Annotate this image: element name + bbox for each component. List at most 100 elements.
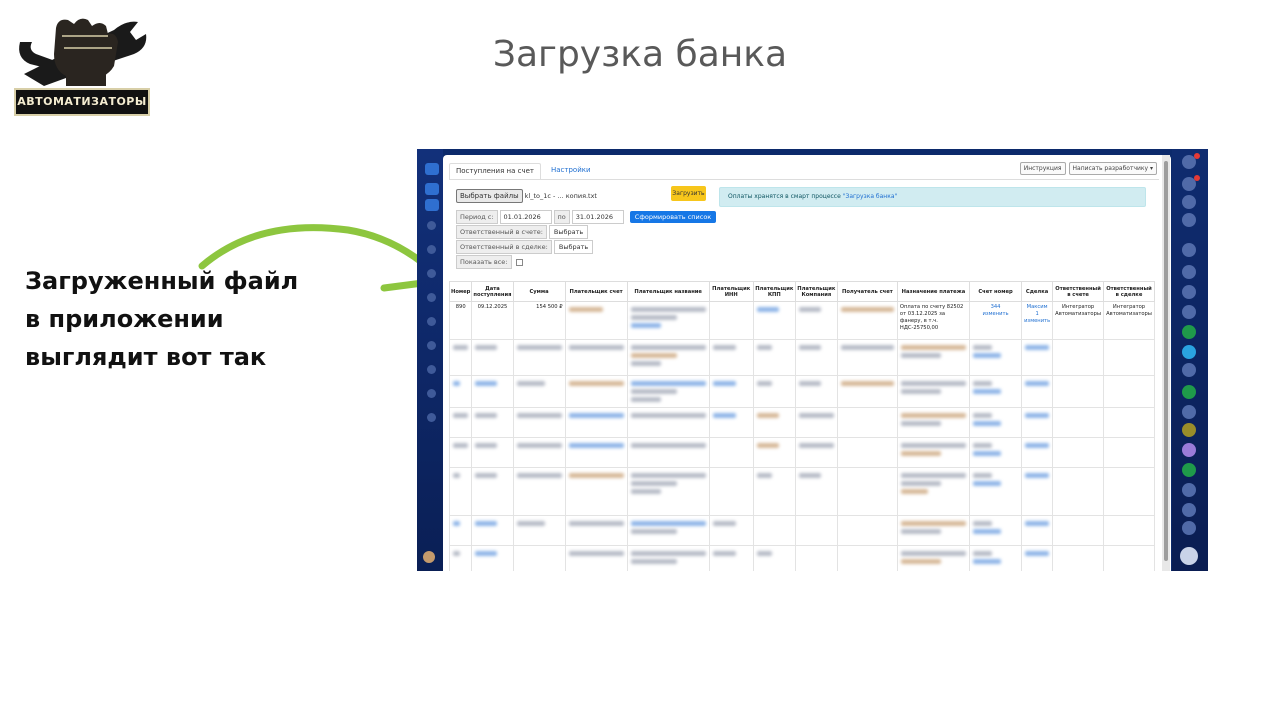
col-payer-name[interactable]: Плательщик название xyxy=(626,281,710,302)
phone-icon[interactable] xyxy=(1182,463,1196,477)
col-number[interactable]: Номер xyxy=(448,281,473,302)
cell-redacted xyxy=(968,375,1023,408)
menu-dot-icon[interactable] xyxy=(427,269,436,278)
menu-dot-icon[interactable] xyxy=(427,365,436,374)
col-payer-company[interactable]: Плательщик Компания xyxy=(794,281,838,302)
cell-redacted xyxy=(752,301,796,340)
menu-icon[interactable] xyxy=(1180,547,1198,565)
menu-dot-icon[interactable] xyxy=(427,389,436,398)
date-from-input[interactable]: 01.01.2026 xyxy=(499,210,552,224)
chat-icon[interactable] xyxy=(1182,305,1196,319)
resp-deal-row: Ответственный в сделке: Выбрать xyxy=(456,240,594,254)
cell-redacted xyxy=(564,437,628,468)
group-icon[interactable] xyxy=(1182,363,1196,377)
col-payer-account[interactable]: Плательщик счет xyxy=(564,281,628,302)
menu-dot-icon[interactable] xyxy=(427,317,436,326)
cell-redacted xyxy=(626,339,710,376)
cell-redacted xyxy=(1021,515,1054,546)
col-resp-invoice[interactable]: Ответственный в счете xyxy=(1052,281,1105,302)
app-panel: Поступления на счет Настройки Инструкция… xyxy=(443,155,1171,571)
cell-redacted xyxy=(626,545,710,571)
deal-number[interactable]: 1 xyxy=(1035,311,1038,317)
cell-redacted xyxy=(626,515,710,546)
search-icon[interactable] xyxy=(1182,213,1196,227)
avatar[interactable] xyxy=(1182,443,1196,457)
col-payer-kpp[interactable]: Плательщик КПП xyxy=(752,281,796,302)
cell-redacted xyxy=(1052,339,1105,376)
col-resp-deal[interactable]: Ответственный в сделке xyxy=(1103,281,1155,302)
choose-file-button[interactable]: Выбрать файлы xyxy=(456,189,523,203)
contact-icon[interactable] xyxy=(1182,521,1196,535)
cell-redacted xyxy=(968,437,1023,468)
smart-process-link[interactable]: "Загрузка банка" xyxy=(843,193,898,200)
notification-badge xyxy=(1194,175,1200,181)
menu-dot-icon[interactable] xyxy=(427,245,436,254)
menu-dot-icon[interactable] xyxy=(427,221,436,230)
app-screenshot: Поступления на счет Настройки Инструкция… xyxy=(417,149,1208,571)
cell-resp-invoice: Интегратор Автоматизаторы xyxy=(1052,301,1105,340)
cell-redacted xyxy=(836,407,898,438)
menu-dot-icon[interactable] xyxy=(427,413,436,422)
col-sum[interactable]: Сумма xyxy=(512,281,566,302)
show-all-checkbox[interactable] xyxy=(515,258,523,266)
contact-icon[interactable] xyxy=(1182,265,1196,279)
tab-settings[interactable]: Настройки xyxy=(545,163,597,179)
contact-icon[interactable] xyxy=(1182,503,1196,517)
table-row[interactable] xyxy=(448,515,1155,546)
contact-icon[interactable] xyxy=(1182,423,1196,437)
col-deal[interactable]: Сделка xyxy=(1021,281,1054,302)
cell-redacted xyxy=(896,437,971,468)
upload-button[interactable]: Загрузить xyxy=(671,186,706,201)
resp-deal-select[interactable]: Выбрать xyxy=(553,240,594,254)
table-row[interactable]: 890 09.12.2025 154 500 ₽ Оплата по счету… xyxy=(448,301,1155,340)
table-row[interactable] xyxy=(448,437,1155,468)
cell-redacted xyxy=(752,437,796,468)
menu-dot-icon[interactable] xyxy=(427,293,436,302)
scrollbar-thumb[interactable] xyxy=(1164,161,1168,561)
tab-incoming[interactable]: Поступления на счет xyxy=(449,163,541,179)
lock-icon[interactable] xyxy=(1182,325,1196,339)
invoice-edit-link[interactable]: изменить xyxy=(982,311,1008,317)
tab-divider xyxy=(449,179,1159,180)
group-icon[interactable] xyxy=(1182,243,1196,257)
scrollbar[interactable] xyxy=(1162,155,1170,571)
resp-invoice-select[interactable]: Выбрать xyxy=(548,225,589,239)
cell-redacted xyxy=(512,375,566,408)
col-payer-inn[interactable]: Плательщик ИНН xyxy=(708,281,754,302)
col-invoice-number[interactable]: Счет номер xyxy=(968,281,1023,302)
avatar[interactable] xyxy=(423,551,435,563)
clock-icon[interactable] xyxy=(1182,195,1196,209)
instruction-button[interactable]: Инструкция xyxy=(1019,162,1066,175)
link-icon[interactable] xyxy=(425,183,439,195)
build-list-button[interactable]: Сформировать список xyxy=(629,211,717,223)
deal-link[interactable]: Максим xyxy=(1027,304,1048,310)
chat-icon[interactable] xyxy=(1182,385,1196,399)
period-from-label: Период с: xyxy=(456,210,498,224)
col-receiver-account[interactable]: Получатель счет xyxy=(836,281,898,302)
deal-edit-link[interactable]: изменить xyxy=(1024,318,1050,324)
chat-icon[interactable] xyxy=(1182,345,1196,359)
cell-resp-deal: Интегратор Автоматизаторы xyxy=(1103,301,1155,340)
cell-sum: 154 500 ₽ xyxy=(512,301,566,340)
chat-icon[interactable] xyxy=(1182,483,1196,497)
date-to-input[interactable]: 31.01.2026 xyxy=(571,210,624,224)
period-to-label: по xyxy=(553,210,570,224)
menu-dot-icon[interactable] xyxy=(427,341,436,350)
cell-redacted xyxy=(896,515,971,546)
table-row[interactable] xyxy=(448,375,1155,408)
table-row[interactable] xyxy=(448,407,1155,438)
external-icon[interactable] xyxy=(425,199,439,211)
close-icon[interactable] xyxy=(425,163,439,175)
table-row[interactable] xyxy=(448,339,1155,376)
cell-redacted xyxy=(1021,437,1054,468)
col-date[interactable]: Дата поступления xyxy=(471,281,514,302)
col-purpose[interactable]: Назначение платежа xyxy=(896,281,971,302)
chat-icon[interactable] xyxy=(1182,405,1196,419)
contact-developer-button[interactable]: Написать разработчику ▾ xyxy=(1068,162,1157,175)
table-row[interactable] xyxy=(448,467,1155,516)
invoice-link[interactable]: 344 xyxy=(991,304,1001,310)
table-row[interactable] xyxy=(448,545,1155,571)
contact-icon[interactable] xyxy=(1182,285,1196,299)
resp-deal-label: Ответственный в сделке: xyxy=(456,240,552,254)
cell-redacted xyxy=(471,515,514,546)
